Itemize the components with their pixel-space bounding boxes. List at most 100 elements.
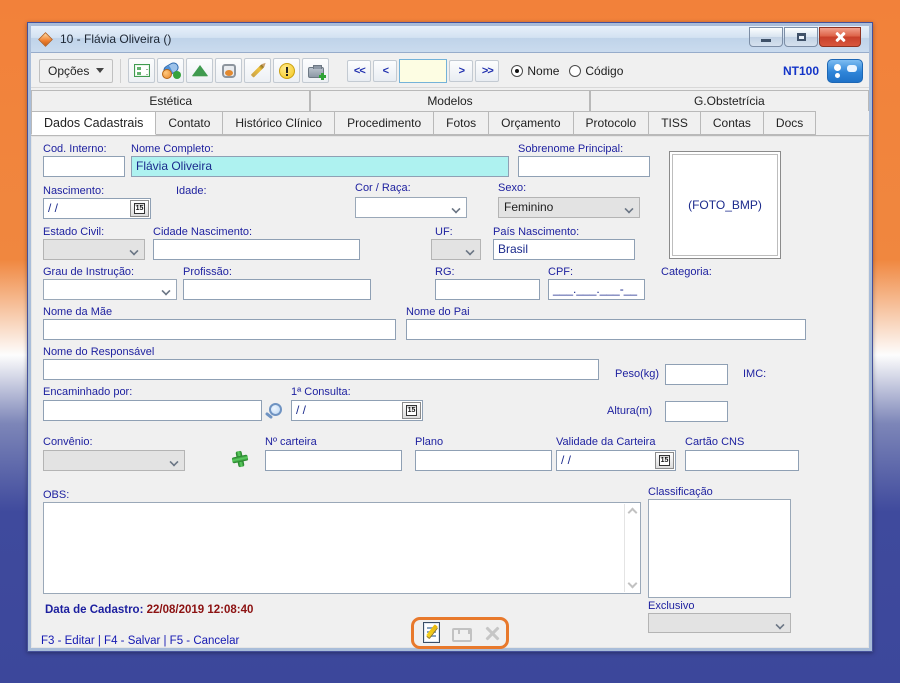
nome-completo-field[interactable]: Flávia Oliveira xyxy=(131,156,509,177)
tab-tiss[interactable]: TISS xyxy=(649,111,701,135)
nome-responsavel-field[interactable] xyxy=(43,359,599,380)
toolbar-separator xyxy=(120,59,121,83)
tab-historico-clinico[interactable]: Histórico Clínico xyxy=(223,111,335,135)
encaminhado-por-field[interactable] xyxy=(43,400,262,421)
nav-first-button[interactable]: << xyxy=(347,60,371,82)
scrollbar[interactable] xyxy=(624,504,639,592)
cor-raca-select[interactable] xyxy=(355,197,467,218)
materials-button[interactable] xyxy=(215,58,242,83)
evolution-button[interactable] xyxy=(186,58,213,83)
altura-field[interactable] xyxy=(665,401,728,422)
calendar-icon: 15 xyxy=(659,455,670,466)
tab-orcamento[interactable]: Orçamento xyxy=(489,111,573,135)
peso-field[interactable] xyxy=(665,364,728,385)
uf-label: UF: xyxy=(435,226,453,238)
medications-button[interactable] xyxy=(157,58,184,83)
convenio-select[interactable] xyxy=(43,450,185,471)
categoria-label: Categoria: xyxy=(661,266,712,278)
sexo-select[interactable]: Feminino xyxy=(498,197,640,218)
nav-prev-button[interactable]: < xyxy=(373,60,397,82)
scroll-down-icon[interactable] xyxy=(628,579,638,589)
imc-label: IMC: xyxy=(743,368,766,380)
primeira-consulta-field[interactable]: / / 15 xyxy=(291,400,423,421)
contact-chat-button[interactable] xyxy=(827,59,863,83)
nome-mae-label: Nome da Mãe xyxy=(43,306,112,318)
green-triangle-icon xyxy=(192,65,208,76)
nav-next-button[interactable]: > xyxy=(449,60,473,82)
tab-contato[interactable]: Contato xyxy=(156,111,223,135)
maximize-button[interactable] xyxy=(784,27,818,47)
patient-photo-box[interactable]: (FOTO_BMP) xyxy=(669,151,781,259)
plano-field[interactable] xyxy=(415,450,552,471)
alerts-button[interactable] xyxy=(273,58,300,83)
calendar-picker-button[interactable]: 15 xyxy=(130,200,149,217)
radio-codigo[interactable]: Código xyxy=(569,64,623,78)
primeira-consulta-value: / / xyxy=(296,403,306,417)
shortcut-hints: F3 - Editar | F4 - Salvar | F5 - Cancela… xyxy=(41,635,239,647)
calendar-picker-button[interactable]: 15 xyxy=(655,452,674,469)
grau-instrucao-select[interactable] xyxy=(43,279,177,300)
options-button[interactable]: Opções xyxy=(39,59,113,83)
cidade-nascimento-field[interactable] xyxy=(153,239,360,260)
altura-label: Altura(m) xyxy=(607,405,652,417)
uf-select[interactable] xyxy=(431,239,481,260)
num-carteira-field[interactable] xyxy=(265,450,402,471)
convenio-label: Convênio: xyxy=(43,436,93,448)
tab-estetica[interactable]: Estética xyxy=(31,90,310,111)
photo-capture-button[interactable] xyxy=(302,58,329,83)
radio-nome[interactable]: Nome xyxy=(511,64,559,78)
edit-button[interactable] xyxy=(244,58,271,83)
nascimento-value: / / xyxy=(48,201,58,215)
cod-interno-field[interactable] xyxy=(43,156,125,177)
obs-textarea[interactable] xyxy=(43,502,641,594)
cancel-record-icon xyxy=(484,625,500,641)
minimize-button[interactable] xyxy=(749,27,783,47)
profissao-field[interactable] xyxy=(183,279,371,300)
pais-nascimento-field[interactable]: Brasil xyxy=(493,239,635,260)
exclusivo-select[interactable] xyxy=(648,613,791,633)
calendar-icon: 15 xyxy=(134,203,145,214)
close-button[interactable] xyxy=(819,27,861,47)
classificacao-listbox[interactable] xyxy=(648,499,791,598)
estado-civil-select[interactable] xyxy=(43,239,145,260)
sobrenome-field[interactable] xyxy=(518,156,650,177)
nome-pai-field[interactable] xyxy=(406,319,806,340)
nome-mae-field[interactable] xyxy=(43,319,396,340)
record-number-input[interactable] xyxy=(399,59,447,83)
tab-procedimento[interactable]: Procedimento xyxy=(335,111,434,135)
obs-label: OBS: xyxy=(43,489,69,501)
cidade-nascimento-label: Cidade Nascimento: xyxy=(153,226,252,238)
tab-modelos[interactable]: Modelos xyxy=(310,90,589,111)
save-record-icon xyxy=(452,628,472,642)
tab-contas[interactable]: Contas xyxy=(701,111,764,135)
tab-group-main: Dados Cadastrais Contato Histórico Clíni… xyxy=(31,111,869,136)
nascimento-field[interactable]: / / 15 xyxy=(43,198,151,219)
nome-pai-label: Nome do Pai xyxy=(406,306,470,318)
search-icon[interactable] xyxy=(269,403,282,416)
tab-protocolo[interactable]: Protocolo xyxy=(574,111,650,135)
cartao-cns-field[interactable] xyxy=(685,450,799,471)
cor-raca-label: Cor / Raça: xyxy=(355,182,411,194)
validade-carteira-value: / / xyxy=(561,453,571,467)
radio-dot-icon xyxy=(569,65,581,77)
tab-fotos[interactable]: Fotos xyxy=(434,111,489,135)
patient-record-button[interactable] xyxy=(128,58,155,83)
close-icon xyxy=(834,31,846,43)
tab-docs[interactable]: Docs xyxy=(764,111,816,135)
warning-icon xyxy=(279,63,295,79)
calendar-picker-button[interactable]: 15 xyxy=(402,402,421,419)
cartao-cns-label: Cartão CNS xyxy=(685,436,744,448)
estado-civil-label: Estado Civil: xyxy=(43,226,104,238)
scroll-up-icon[interactable] xyxy=(628,508,638,518)
tab-gobstetricia[interactable]: G.Obstetrícia xyxy=(590,90,869,111)
record-form-icon xyxy=(134,64,150,77)
validade-carteira-field[interactable]: / / 15 xyxy=(556,450,676,471)
edit-record-icon[interactable] xyxy=(423,622,440,643)
validade-carteira-label: Validade da Carteira xyxy=(556,436,655,448)
add-plus-icon[interactable] xyxy=(231,450,250,469)
cpf-field[interactable]: ___.___.___-__ xyxy=(548,279,645,300)
rg-field[interactable] xyxy=(435,279,540,300)
nav-last-button[interactable]: >> xyxy=(475,60,499,82)
title-bar[interactable]: 10 - Flávia Oliveira () xyxy=(31,26,869,53)
tab-dados-cadastrais[interactable]: Dados Cadastrais xyxy=(31,111,156,135)
